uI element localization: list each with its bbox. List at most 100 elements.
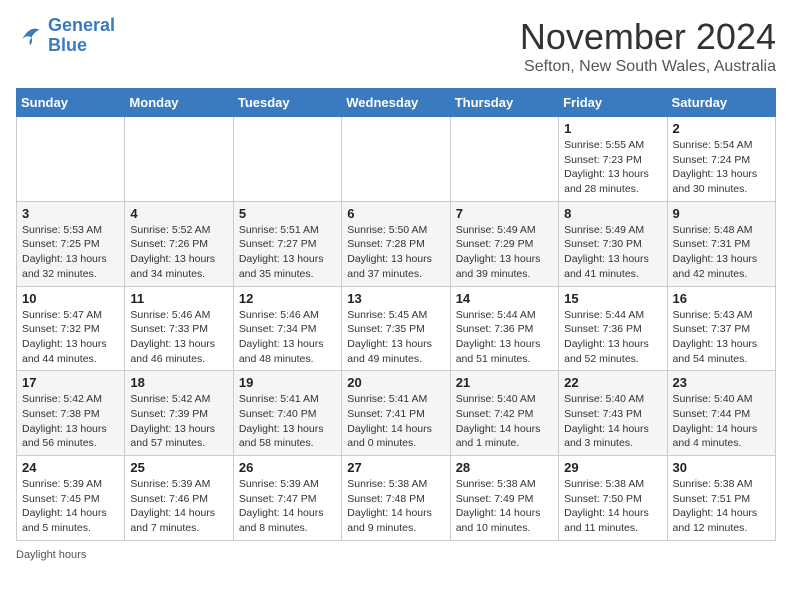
day-info: Sunrise: 5:43 AM Sunset: 7:37 PM Dayligh… <box>673 308 770 367</box>
day-number: 30 <box>673 460 770 475</box>
weekday-header-friday: Friday <box>559 89 667 117</box>
calendar-cell: 2 Sunrise: 5:54 AM Sunset: 7:24 PM Daylig… <box>667 117 775 202</box>
calendar-cell: 9 Sunrise: 5:48 AM Sunset: 7:31 PM Daylig… <box>667 201 775 286</box>
day-info: Sunrise: 5:45 AM Sunset: 7:35 PM Dayligh… <box>347 308 444 367</box>
day-number: 26 <box>239 460 336 475</box>
weekday-header-sunday: Sunday <box>17 89 125 117</box>
day-number: 24 <box>22 460 119 475</box>
day-info: Sunrise: 5:41 AM Sunset: 7:40 PM Dayligh… <box>239 392 336 451</box>
day-number: 11 <box>130 291 227 306</box>
calendar-cell: 30 Sunrise: 5:38 AM Sunset: 7:51 PM Dayli… <box>667 456 775 541</box>
day-info: Sunrise: 5:38 AM Sunset: 7:49 PM Dayligh… <box>456 477 553 536</box>
day-info: Sunrise: 5:38 AM Sunset: 7:51 PM Dayligh… <box>673 477 770 536</box>
day-number: 13 <box>347 291 444 306</box>
day-number: 3 <box>22 206 119 221</box>
calendar-cell: 15 Sunrise: 5:44 AM Sunset: 7:36 PM Dayli… <box>559 286 667 371</box>
calendar-cell: 21Sunrise: 5:40 AM Sunset: 7:42 PM Dayli… <box>450 371 558 456</box>
day-info: Sunrise: 5:38 AM Sunset: 7:50 PM Dayligh… <box>564 477 661 536</box>
day-number: 15 <box>564 291 661 306</box>
day-number: 4 <box>130 206 227 221</box>
page-header: General Blue November 2024 Sefton, New S… <box>16 16 776 76</box>
day-number: 6 <box>347 206 444 221</box>
calendar-cell: 7 Sunrise: 5:49 AM Sunset: 7:29 PM Daylig… <box>450 201 558 286</box>
calendar-week-row: 24 Sunrise: 5:39 AM Sunset: 7:45 PM Dayli… <box>17 456 776 541</box>
calendar-cell: 22 Sunrise: 5:40 AM Sunset: 7:43 PM Dayli… <box>559 371 667 456</box>
calendar-cell: 23 Sunrise: 5:40 AM Sunset: 7:44 PM Dayli… <box>667 371 775 456</box>
day-number: 1 <box>564 121 661 136</box>
day-number: 21 <box>456 375 553 390</box>
calendar-week-row: 3 Sunrise: 5:53 AM Sunset: 7:25 PM Daylig… <box>17 201 776 286</box>
day-number: 7 <box>456 206 553 221</box>
day-info: Sunrise: 5:42 AM Sunset: 7:38 PM Dayligh… <box>22 392 119 451</box>
calendar-cell <box>125 117 233 202</box>
weekday-header-thursday: Thursday <box>450 89 558 117</box>
day-info: Sunrise: 5:39 AM Sunset: 7:46 PM Dayligh… <box>130 477 227 536</box>
day-info: Sunrise: 5:38 AM Sunset: 7:48 PM Dayligh… <box>347 477 444 536</box>
day-info: Sunrise: 5:39 AM Sunset: 7:47 PM Dayligh… <box>239 477 336 536</box>
calendar-cell <box>450 117 558 202</box>
calendar-cell: 24 Sunrise: 5:39 AM Sunset: 7:45 PM Dayli… <box>17 456 125 541</box>
calendar-cell: 4Sunrise: 5:52 AM Sunset: 7:26 PM Daylig… <box>125 201 233 286</box>
day-number: 14 <box>456 291 553 306</box>
calendar-cell <box>17 117 125 202</box>
day-number: 9 <box>673 206 770 221</box>
calendar-cell: 14 Sunrise: 5:44 AM Sunset: 7:36 PM Dayli… <box>450 286 558 371</box>
calendar-cell: 29 Sunrise: 5:38 AM Sunset: 7:50 PM Dayli… <box>559 456 667 541</box>
day-info: Sunrise: 5:42 AM Sunset: 7:39 PM Dayligh… <box>130 392 227 451</box>
day-number: 20 <box>347 375 444 390</box>
day-info: Sunrise: 5:44 AM Sunset: 7:36 PM Dayligh… <box>456 308 553 367</box>
calendar-week-row: 10Sunrise: 5:47 AM Sunset: 7:32 PM Dayli… <box>17 286 776 371</box>
day-info: Sunrise: 5:40 AM Sunset: 7:44 PM Dayligh… <box>673 392 770 451</box>
day-info: Sunrise: 5:49 AM Sunset: 7:30 PM Dayligh… <box>564 223 661 282</box>
calendar-cell: 16Sunrise: 5:43 AM Sunset: 7:37 PM Dayli… <box>667 286 775 371</box>
calendar-cell: 10Sunrise: 5:47 AM Sunset: 7:32 PM Dayli… <box>17 286 125 371</box>
calendar-cell: 5Sunrise: 5:51 AM Sunset: 7:27 PM Daylig… <box>233 201 341 286</box>
day-number: 22 <box>564 375 661 390</box>
day-number: 28 <box>456 460 553 475</box>
weekday-header-row: SundayMondayTuesdayWednesdayThursdayFrid… <box>17 89 776 117</box>
calendar-cell: 26 Sunrise: 5:39 AM Sunset: 7:47 PM Dayli… <box>233 456 341 541</box>
location-title: Sefton, New South Wales, Australia <box>520 58 776 76</box>
day-info: Sunrise: 5:53 AM Sunset: 7:25 PM Dayligh… <box>22 223 119 282</box>
calendar-cell <box>233 117 341 202</box>
day-info: Sunrise: 5:40 AM Sunset: 7:43 PM Dayligh… <box>564 392 661 451</box>
day-number: 2 <box>673 121 770 136</box>
calendar-cell: 13 Sunrise: 5:45 AM Sunset: 7:35 PM Dayli… <box>342 286 450 371</box>
calendar-cell: 1 Sunrise: 5:55 AM Sunset: 7:23 PM Daylig… <box>559 117 667 202</box>
logo: General Blue <box>16 16 115 56</box>
day-info: Sunrise: 5:54 AM Sunset: 7:24 PM Dayligh… <box>673 138 770 197</box>
day-info: Sunrise: 5:49 AM Sunset: 7:29 PM Dayligh… <box>456 223 553 282</box>
day-number: 19 <box>239 375 336 390</box>
weekday-header-saturday: Saturday <box>667 89 775 117</box>
day-info: Sunrise: 5:44 AM Sunset: 7:36 PM Dayligh… <box>564 308 661 367</box>
day-info: Sunrise: 5:39 AM Sunset: 7:45 PM Dayligh… <box>22 477 119 536</box>
calendar-cell: 18 Sunrise: 5:42 AM Sunset: 7:39 PM Dayli… <box>125 371 233 456</box>
title-block: November 2024 Sefton, New South Wales, A… <box>520 16 776 76</box>
day-info: Sunrise: 5:41 AM Sunset: 7:41 PM Dayligh… <box>347 392 444 451</box>
calendar-cell: 3 Sunrise: 5:53 AM Sunset: 7:25 PM Daylig… <box>17 201 125 286</box>
calendar-cell: 27Sunrise: 5:38 AM Sunset: 7:48 PM Dayli… <box>342 456 450 541</box>
day-number: 23 <box>673 375 770 390</box>
weekday-header-tuesday: Tuesday <box>233 89 341 117</box>
day-number: 18 <box>130 375 227 390</box>
day-info: Sunrise: 5:55 AM Sunset: 7:23 PM Dayligh… <box>564 138 661 197</box>
day-number: 25 <box>130 460 227 475</box>
calendar-cell: 19 Sunrise: 5:41 AM Sunset: 7:40 PM Dayli… <box>233 371 341 456</box>
day-info: Sunrise: 5:50 AM Sunset: 7:28 PM Dayligh… <box>347 223 444 282</box>
calendar-cell: 11 Sunrise: 5:46 AM Sunset: 7:33 PM Dayli… <box>125 286 233 371</box>
calendar-table: SundayMondayTuesdayWednesdayThursdayFrid… <box>16 88 776 541</box>
day-info: Sunrise: 5:46 AM Sunset: 7:33 PM Dayligh… <box>130 308 227 367</box>
weekday-header-monday: Monday <box>125 89 233 117</box>
calendar-cell: 12Sunrise: 5:46 AM Sunset: 7:34 PM Dayli… <box>233 286 341 371</box>
calendar-cell: 8Sunrise: 5:49 AM Sunset: 7:30 PM Daylig… <box>559 201 667 286</box>
calendar-cell: 20 Sunrise: 5:41 AM Sunset: 7:41 PM Dayli… <box>342 371 450 456</box>
weekday-header-wednesday: Wednesday <box>342 89 450 117</box>
day-info: Sunrise: 5:47 AM Sunset: 7:32 PM Dayligh… <box>22 308 119 367</box>
logo-text: General Blue <box>48 16 115 56</box>
day-number: 29 <box>564 460 661 475</box>
day-info: Sunrise: 5:48 AM Sunset: 7:31 PM Dayligh… <box>673 223 770 282</box>
month-title: November 2024 <box>520 16 776 58</box>
calendar-cell: 17Sunrise: 5:42 AM Sunset: 7:38 PM Dayli… <box>17 371 125 456</box>
calendar-cell <box>342 117 450 202</box>
day-number: 5 <box>239 206 336 221</box>
